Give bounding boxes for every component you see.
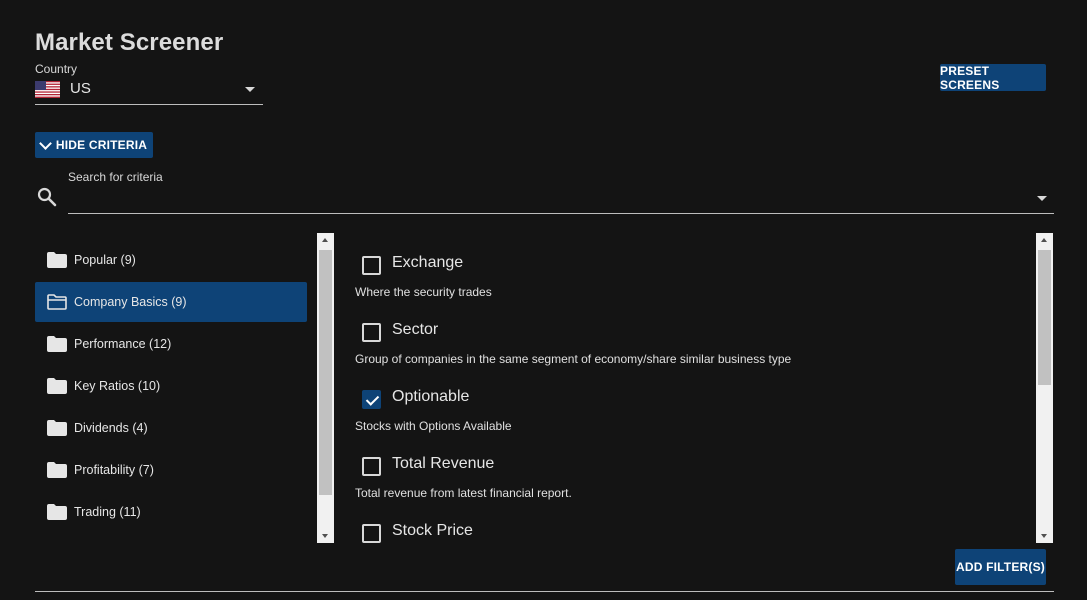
- exchange-checkbox[interactable]: [362, 256, 381, 275]
- criteria-description: Group of companies in the same segment o…: [355, 352, 792, 366]
- scroll-up-icon[interactable]: [322, 238, 328, 242]
- criteria-description: Stocks with Options Available: [355, 419, 512, 433]
- us-flag-icon: [35, 81, 60, 98]
- sector-checkbox[interactable]: [362, 323, 381, 342]
- category-profitability[interactable]: Profitability (7): [35, 450, 307, 490]
- scroll-down-icon[interactable]: [322, 534, 328, 538]
- category-label: Dividends (4): [74, 421, 148, 435]
- scrollbar-thumb[interactable]: [1038, 250, 1051, 385]
- preset-screens-button[interactable]: PRESET SCREENS: [940, 64, 1046, 92]
- category-label: Performance (12): [74, 337, 172, 351]
- chevron-down-icon: [38, 136, 52, 150]
- hide-criteria-button[interactable]: HIDE CRITERIA: [35, 132, 153, 158]
- page-title: Market Screener: [35, 29, 224, 56]
- search-icon: [37, 187, 57, 207]
- criteria-name: Exchange: [392, 254, 464, 271]
- hide-criteria-label: HIDE CRITERIA: [55, 138, 148, 152]
- category-label: Trading (11): [74, 505, 141, 519]
- category-label: Key Ratios (10): [74, 379, 161, 393]
- folder-icon: [47, 504, 67, 520]
- category-label: Company Basics (9): [74, 295, 187, 309]
- criteria-name: Optionable: [392, 388, 470, 405]
- folder-icon: [47, 378, 67, 394]
- chevron-down-icon: [245, 87, 255, 92]
- search-label: Search for criteria: [68, 170, 163, 184]
- criteria-description: Total revenue from latest financial repo…: [355, 486, 572, 500]
- optionable-checkbox[interactable]: [362, 390, 381, 409]
- category-scrollbar[interactable]: [317, 233, 334, 543]
- category-popular[interactable]: Popular (9): [35, 240, 307, 280]
- criteria-name: Total Revenue: [392, 455, 495, 472]
- category-label: Profitability (7): [74, 463, 154, 477]
- folder-icon: [47, 252, 67, 268]
- criteria-description: Where the security trades: [355, 285, 492, 299]
- scrollbar-thumb[interactable]: [319, 250, 332, 495]
- criteria-name: Sector: [392, 321, 439, 338]
- country-select[interactable]: US: [35, 78, 263, 105]
- add-filters-button[interactable]: ADD FILTER(S): [955, 549, 1046, 585]
- folder-icon: [47, 420, 67, 436]
- scroll-down-icon[interactable]: [1041, 534, 1047, 538]
- total-revenue-checkbox[interactable]: [362, 457, 381, 476]
- category-label: Popular (9): [74, 253, 136, 267]
- folder-open-icon: [47, 294, 67, 310]
- category-performance[interactable]: Performance (12): [35, 324, 307, 364]
- chevron-down-icon[interactable]: [1037, 196, 1047, 201]
- stock-price-checkbox[interactable]: [362, 524, 381, 543]
- folder-icon: [47, 462, 67, 478]
- country-value: US: [70, 80, 91, 97]
- country-label: Country: [35, 62, 78, 76]
- scroll-up-icon[interactable]: [1041, 238, 1047, 242]
- category-trading[interactable]: Trading (11): [35, 492, 307, 532]
- category-dividends[interactable]: Dividends (4): [35, 408, 307, 448]
- criteria-scrollbar[interactable]: [1036, 233, 1053, 543]
- category-list: Popular (9) Company Basics (9) Performan…: [35, 240, 307, 534]
- category-key-ratios[interactable]: Key Ratios (10): [35, 366, 307, 406]
- search-input[interactable]: [68, 186, 1054, 214]
- criteria-name: Stock Price: [392, 522, 473, 539]
- folder-icon: [47, 336, 67, 352]
- divider: [35, 591, 1054, 592]
- category-company-basics[interactable]: Company Basics (9): [35, 282, 307, 322]
